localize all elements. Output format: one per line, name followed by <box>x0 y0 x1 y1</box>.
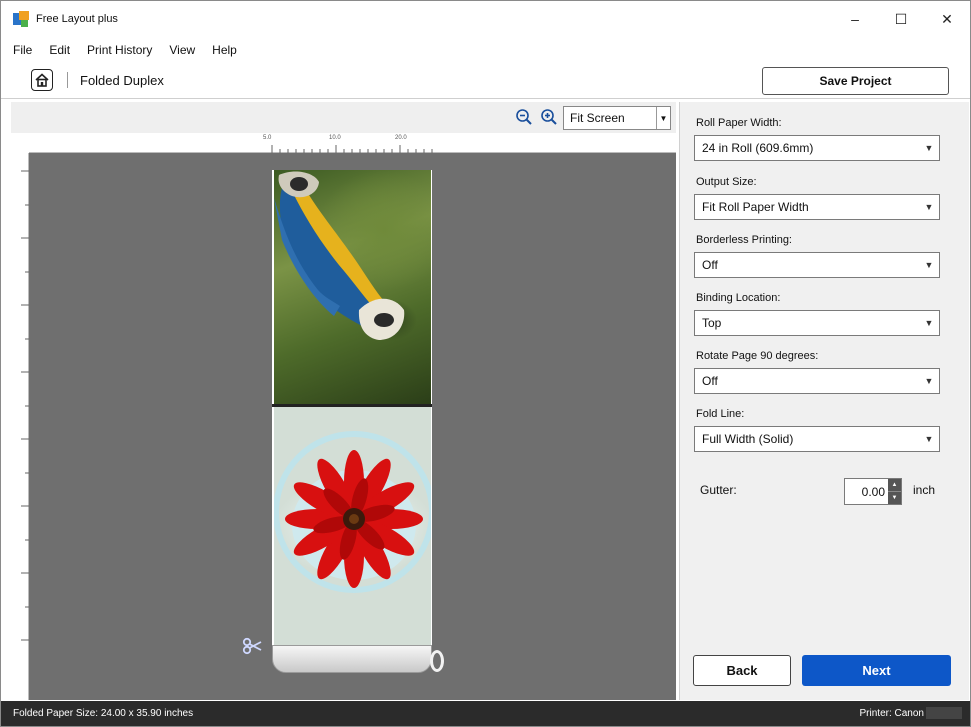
spin-up-icon[interactable]: ▲ <box>888 479 901 491</box>
gutter-label: Gutter: <box>700 483 737 497</box>
gutter-spin-buttons: ▲ ▼ <box>888 479 901 504</box>
roll-paper-width-value: 24 in Roll (609.6mm) <box>702 141 814 155</box>
ruler-label: 5.0 <box>263 135 272 141</box>
ruler-label: 10.0 <box>329 135 341 141</box>
scissors-icon <box>242 637 262 655</box>
gutter-stepper[interactable]: 0.00 ▲ ▼ <box>844 478 902 505</box>
roll-core <box>430 650 444 672</box>
chevron-down-icon: ▼ <box>656 107 670 129</box>
title-bar: Free Layout plus – ☐ ✕ <box>1 1 970 37</box>
binding-location-select[interactable]: Top ▼ <box>694 310 940 336</box>
ruler-corner <box>11 134 29 153</box>
menu-edit[interactable]: Edit <box>41 41 79 59</box>
binding-location-label: Binding Location: <box>696 292 781 304</box>
breadcrumb-current: Folded Duplex <box>80 72 164 88</box>
parrot-photo <box>274 170 431 404</box>
ruler-left <box>11 153 29 700</box>
binding-location-value: Top <box>702 316 722 330</box>
zoom-in-icon[interactable] <box>540 108 558 126</box>
chevron-down-icon: ▼ <box>924 318 934 328</box>
roll-paper-width-select[interactable]: 24 in Roll (609.6mm) ▼ <box>694 135 940 161</box>
folded-paper-size-status: Folded Paper Size: 24.00 x 35.90 inches <box>13 708 194 719</box>
output-size-select[interactable]: Fit Roll Paper Width ▼ <box>694 194 940 220</box>
menu-bar: File Edit Print History View Help <box>13 41 246 59</box>
app-logo-icon <box>13 11 29 27</box>
zoom-out-icon[interactable] <box>515 108 533 126</box>
menu-file[interactable]: File <box>13 41 41 59</box>
preview-page <box>272 170 432 645</box>
breadcrumb-separator <box>67 72 68 88</box>
close-button[interactable]: ✕ <box>924 1 970 37</box>
borderless-printing-label: Borderless Printing: <box>696 234 792 246</box>
preview-canvas[interactable] <box>29 153 676 700</box>
fold-line-select[interactable]: Full Width (Solid) ▼ <box>694 426 940 452</box>
ruler-label: 20.0 <box>395 135 407 141</box>
zoom-select[interactable]: Fit Screen ▼ <box>563 106 671 130</box>
borderless-printing-value: Off <box>702 258 718 272</box>
rotate-page-select[interactable]: Off ▼ <box>694 368 940 394</box>
settings-panel: Roll Paper Width: 24 in Roll (609.6mm) ▼… <box>679 102 969 700</box>
window-controls: – ☐ ✕ <box>832 1 970 37</box>
rotate-page-value: Off <box>702 374 718 388</box>
home-icon[interactable] <box>31 69 53 91</box>
gutter-value[interactable]: 0.00 <box>845 479 888 504</box>
back-button[interactable]: Back <box>693 655 791 686</box>
chevron-down-icon: ▼ <box>924 260 934 270</box>
roll-paper-width-label: Roll Paper Width: <box>696 117 782 129</box>
gutter-unit: inch <box>913 483 936 497</box>
fold-line-value: Full Width (Solid) <box>702 432 794 446</box>
app-window: Free Layout plus – ☐ ✕ File Edit Print H… <box>0 0 971 727</box>
minimize-button[interactable]: – <box>832 1 878 37</box>
gerbera-flower-photo <box>274 407 431 645</box>
ruler-top: 5.0 10.0 20.0 <box>29 134 676 153</box>
menu-help[interactable]: Help <box>204 41 246 59</box>
zoom-value: Fit Screen <box>570 111 625 125</box>
header-divider <box>1 98 970 99</box>
output-size-label: Output Size: <box>696 176 757 188</box>
roll-paper-end <box>272 645 432 673</box>
menu-view[interactable]: View <box>161 41 204 59</box>
redacted-printer-name <box>926 707 962 719</box>
fold-line-label: Fold Line: <box>696 408 745 420</box>
preview-toolbar: Fit Screen ▼ <box>11 102 676 133</box>
window-title: Free Layout plus <box>36 13 118 25</box>
save-project-button[interactable]: Save Project <box>762 67 949 95</box>
breadcrumb: Folded Duplex <box>31 67 164 93</box>
chevron-down-icon: ▼ <box>924 376 934 386</box>
printer-status: Printer: Canon <box>859 708 924 719</box>
chevron-down-icon: ▼ <box>924 202 934 212</box>
chevron-down-icon: ▼ <box>924 434 934 444</box>
status-bar: Folded Paper Size: 24.00 x 35.90 inches … <box>1 701 970 726</box>
spin-down-icon[interactable]: ▼ <box>888 491 901 504</box>
menu-print-history[interactable]: Print History <box>79 41 161 59</box>
rotate-page-label: Rotate Page 90 degrees: <box>696 350 819 362</box>
output-size-value: Fit Roll Paper Width <box>702 200 809 214</box>
borderless-printing-select[interactable]: Off ▼ <box>694 252 940 278</box>
next-button[interactable]: Next <box>802 655 951 686</box>
maximize-button[interactable]: ☐ <box>878 1 924 37</box>
chevron-down-icon: ▼ <box>924 143 934 153</box>
